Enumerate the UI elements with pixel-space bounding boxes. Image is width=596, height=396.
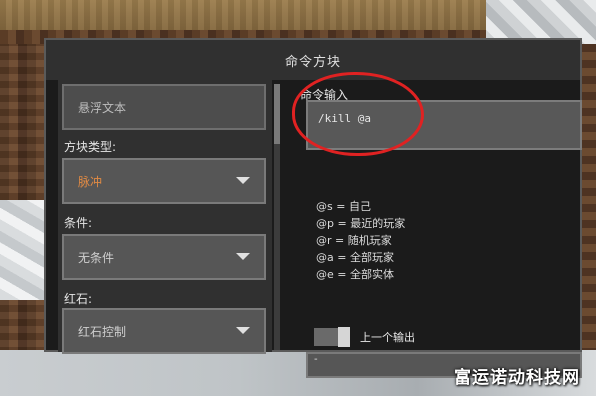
window-title: 命令方块 bbox=[46, 40, 580, 80]
condition-value: 无条件 bbox=[78, 250, 115, 265]
selector-item: @r = 随机玩家 bbox=[316, 234, 392, 247]
previous-output-value: - bbox=[314, 354, 318, 365]
selector-item: @e = 全部实体 bbox=[316, 268, 394, 281]
redstone-label: 红石: bbox=[64, 292, 93, 306]
settings-panel: 悬浮文本 方块类型: 脉冲 条件: 无条件 红石: 红石控制 bbox=[58, 80, 272, 354]
selector-item: @p = 最近的玩家 bbox=[316, 217, 406, 230]
hover-note-placeholder: 悬浮文本 bbox=[78, 100, 127, 115]
snow-blocks-left bbox=[0, 200, 46, 300]
selector-item: @s = 自己 bbox=[316, 200, 371, 213]
previous-output-label: 上一个输出 bbox=[360, 331, 415, 344]
scrollbar-thumb[interactable] bbox=[274, 84, 280, 144]
hover-note-input[interactable]: 悬浮文本 bbox=[62, 84, 266, 130]
command-input-value: /kill @a bbox=[318, 112, 371, 125]
redstone-value: 红石控制 bbox=[78, 324, 127, 339]
selector-item: @a = 全部玩家 bbox=[316, 251, 394, 264]
chevron-down-icon bbox=[236, 177, 250, 184]
settings-scrollbar[interactable] bbox=[274, 84, 280, 350]
redstone-dropdown[interactable]: 红石控制 bbox=[62, 308, 266, 354]
dirt-blocks-right bbox=[580, 44, 596, 396]
block-type-value: 脉冲 bbox=[78, 174, 103, 189]
condition-dropdown[interactable]: 无条件 bbox=[62, 234, 266, 280]
previous-output-row: 上一个输出 bbox=[314, 327, 415, 347]
condition-label: 条件: bbox=[64, 216, 93, 230]
command-input[interactable]: /kill @a bbox=[306, 100, 582, 150]
block-type-label: 方块类型: bbox=[64, 140, 117, 154]
previous-output-toggle[interactable] bbox=[314, 327, 350, 347]
command-block-window: 命令方块 悬浮文本 方块类型: 脉冲 条件: 无条件 红石: 红石控制 命令输入… bbox=[44, 38, 582, 378]
chevron-down-icon bbox=[236, 327, 250, 334]
chevron-down-icon bbox=[236, 253, 250, 260]
target-selector-list: @s = 自己 @p = 最近的玩家 @r = 随机玩家 @a = 全部玩家 @… bbox=[316, 198, 405, 283]
site-watermark: 富运诺动科技网 bbox=[454, 368, 580, 388]
command-area: 命令输入 /kill @a @s = 自己 @p = 最近的玩家 @r = 随机… bbox=[290, 72, 582, 378]
toggle-knob bbox=[338, 327, 350, 347]
block-type-dropdown[interactable]: 脉冲 bbox=[62, 158, 266, 204]
